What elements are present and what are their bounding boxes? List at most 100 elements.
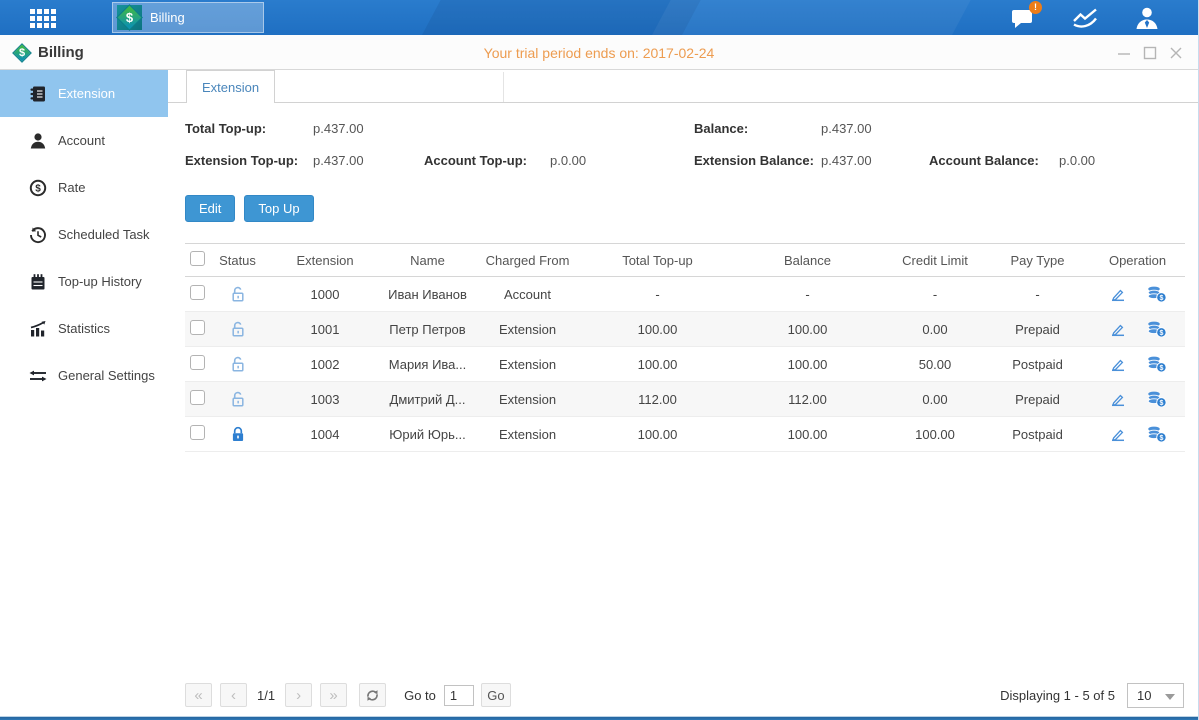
table-row[interactable]: 1000 Иван Иванов Account - - - - [185,277,1185,312]
sidebar-item-account[interactable]: Account [0,117,168,164]
column-header-balance[interactable]: Balance [730,244,885,277]
table-row[interactable]: 1001 Петр Петров Extension 100.00 100.00… [185,312,1185,347]
column-header-charged-from[interactable]: Charged From [470,244,585,277]
cell-extension: 1004 [265,417,385,452]
page-size-select[interactable]: 10 [1127,683,1184,708]
sidebar-item-scheduled-task[interactable]: Scheduled Task [0,211,168,258]
cell-extension: 1003 [265,382,385,417]
sidebar-item-label: Rate [58,180,85,195]
cell-balance: - [730,277,885,312]
column-header-total-topup[interactable]: Total Top-up [585,244,730,277]
window-titlebar: $ Billing Your trial period ends on: 201… [0,35,1198,70]
cell-total-topup: - [585,277,730,312]
table-row[interactable]: 1002 Мария Ива... Extension 100.00 100.0… [185,347,1185,382]
goto-page-input[interactable] [444,685,474,706]
table-row[interactable]: 1003 Дмитрий Д... Extension 112.00 112.0… [185,382,1185,417]
maximize-icon[interactable] [1142,45,1158,61]
column-header-pay-type[interactable]: Pay Type [985,244,1090,277]
tab-extension[interactable]: Extension [186,70,275,103]
statistics-chart-icon [29,320,47,338]
column-header-credit-limit[interactable]: Credit Limit [885,244,985,277]
cell-charged-from: Extension [470,347,585,382]
row-checkbox[interactable] [190,355,205,370]
account-topup-value: p.0.00 [550,153,586,168]
notification-badge: ! [1029,1,1042,14]
cell-pay-type: Postpaid [985,347,1090,382]
cell-name: Иван Иванов [385,277,470,312]
cell-total-topup: 100.00 [585,417,730,452]
cell-balance: 100.00 [730,347,885,382]
top-up-coins-icon[interactable]: $ [1147,391,1167,408]
notifications-message-icon[interactable]: ! [1010,5,1036,31]
taskbar: $ Billing ! [0,0,1198,35]
top-up-coins-icon[interactable]: $ [1147,286,1167,303]
cell-pay-type: - [985,277,1090,312]
next-page-icon[interactable]: › [285,683,312,707]
column-header-operation[interactable]: Operation [1090,244,1185,277]
select-all-checkbox[interactable] [190,251,205,266]
cell-balance: 112.00 [730,382,885,417]
last-page-icon[interactable]: » [320,683,347,707]
refresh-icon[interactable] [359,683,386,707]
top-up-button[interactable]: Top Up [244,195,313,222]
close-icon[interactable] [1168,45,1184,61]
status-unlocked-icon [230,321,246,338]
user-account-icon[interactable] [1134,5,1160,31]
table-row[interactable]: 1004 Юрий Юрь... Extension 100.00 100.00… [185,417,1185,452]
row-checkbox[interactable] [190,390,205,405]
taskbar-decoration [644,0,976,35]
cell-total-topup: 100.00 [585,347,730,382]
balance-label: Balance: [694,121,748,136]
cell-balance: 100.00 [730,312,885,347]
sidebar-item-label: Top-up History [58,274,142,289]
cell-charged-from: Extension [470,312,585,347]
reports-chart-icon[interactable] [1072,5,1098,31]
row-checkbox[interactable] [190,425,205,440]
cell-extension: 1000 [265,277,385,312]
edit-pencil-icon[interactable] [1109,425,1127,443]
sidebar-item-label: Extension [58,86,115,101]
svg-text:$: $ [35,183,41,194]
total-topup-label: Total Top-up: [185,121,266,136]
cell-pay-type: Prepaid [985,312,1090,347]
sidebar-item-rate[interactable]: $ Rate [0,164,168,211]
edit-button[interactable]: Edit [185,195,235,222]
column-header-name[interactable]: Name [385,244,470,277]
chevron-down-icon [1165,694,1175,700]
svg-text:$: $ [1159,295,1163,302]
edit-pencil-icon[interactable] [1109,285,1127,303]
row-checkbox[interactable] [190,320,205,335]
column-header-extension[interactable]: Extension [265,244,385,277]
status-unlocked-icon [230,286,246,303]
app-launcher-grid-icon[interactable] [30,9,56,28]
account-topup-label: Account Top-up: [424,153,527,168]
cell-credit-limit: 100.00 [885,417,985,452]
svg-text:$: $ [1159,330,1163,337]
top-up-coins-icon[interactable]: $ [1147,426,1167,443]
sidebar-item-topup-history[interactable]: Top-up History [0,258,168,305]
minimize-icon[interactable] [1116,45,1132,61]
edit-pencil-icon[interactable] [1109,320,1127,338]
top-up-coins-icon[interactable]: $ [1147,356,1167,373]
row-checkbox[interactable] [190,285,205,300]
taskbar-tab-billing[interactable]: $ Billing [112,2,264,33]
window-controls [1116,35,1184,70]
first-page-icon[interactable]: « [185,683,212,707]
sidebar-item-label: General Settings [58,368,155,383]
edit-pencil-icon[interactable] [1109,355,1127,373]
edit-pencil-icon[interactable] [1109,390,1127,408]
cell-extension: 1001 [265,312,385,347]
sidebar-item-statistics[interactable]: Statistics [0,305,168,352]
top-up-coins-icon[interactable]: $ [1147,321,1167,338]
column-header-status[interactable]: Status [210,244,265,277]
status-locked-icon [230,426,246,443]
extension-balance-value: p.437.00 [821,153,872,168]
go-button[interactable]: Go [481,683,511,707]
account-person-icon [29,132,47,150]
balance-value: p.437.00 [821,121,872,136]
sidebar-item-general-settings[interactable]: General Settings [0,352,168,399]
cell-credit-limit: 0.00 [885,382,985,417]
sidebar-item-extension[interactable]: Extension [0,70,168,117]
previous-page-icon[interactable]: ‹ [220,683,247,707]
svg-text:$: $ [1159,400,1163,407]
